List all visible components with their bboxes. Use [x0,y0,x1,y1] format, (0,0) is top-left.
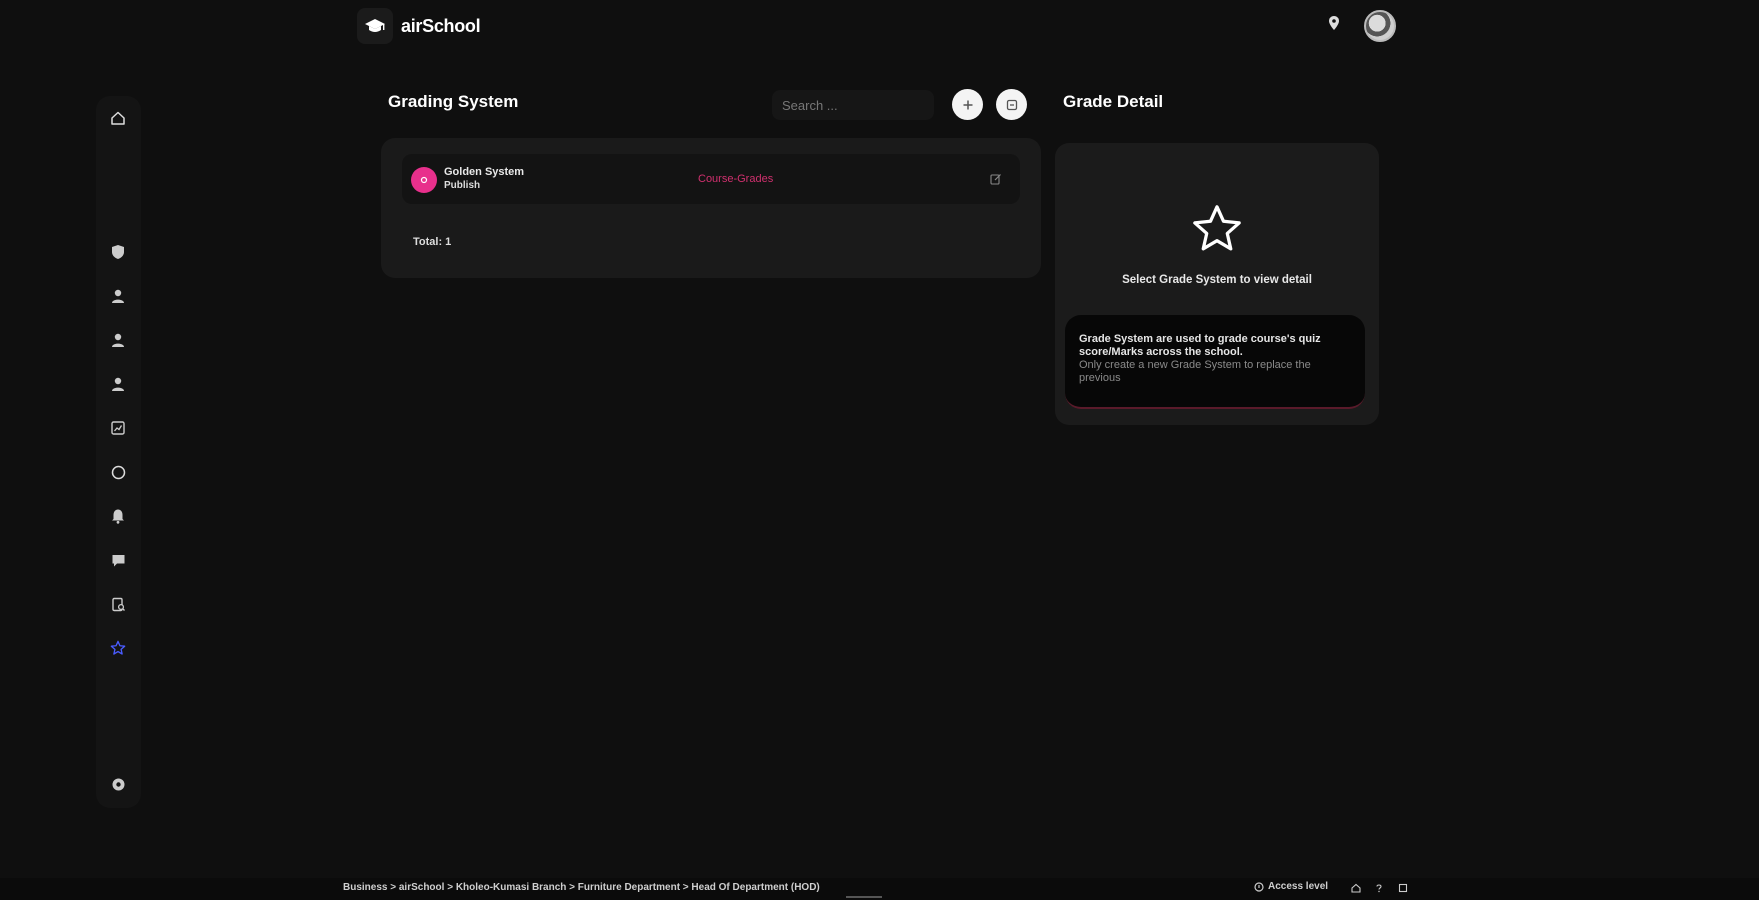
status-bar: Business > airSchool > Kholeo-Kumasi Bra… [0,878,1759,900]
info-sub-text: Only create a new Grade System to replac… [1079,359,1311,384]
graduation-cap-icon [357,8,393,44]
export-button[interactable] [996,89,1027,120]
chart-icon[interactable] [108,418,128,438]
chat-icon[interactable] [108,550,128,570]
empty-state-message: Select Grade System to view detail [1122,274,1312,286]
export-icon [1006,99,1017,110]
location-pin-icon[interactable] [1326,14,1342,32]
bell-icon[interactable] [108,506,128,526]
info-main-text: Grade System are used to grade course's … [1079,333,1321,358]
access-level-label: Access level [1268,881,1329,892]
breadcrumb: Business > airSchool > Kholeo-Kumasi Bra… [343,882,820,893]
item-name: Golden System [444,166,525,178]
item-tag: Course-Grades [698,173,774,185]
info-box: Grade System are used to grade course's … [1065,315,1365,409]
shield-icon[interactable] [108,242,128,262]
user-icon[interactable] [108,330,128,350]
detail-title: Grade Detail [1063,92,1164,111]
fullscreen-icon[interactable] [1397,882,1409,894]
access-icon [1254,881,1264,892]
brand-logo[interactable]: airSchool [357,8,481,44]
page-title: Grading System [388,92,519,111]
home-icon[interactable] [1350,882,1362,894]
user-icon[interactable] [108,286,128,306]
user-icon[interactable] [108,374,128,394]
grading-system-list: Golden System Publish Course-Grades Tota… [381,138,1041,278]
access-level[interactable]: Access level [1254,881,1328,892]
list-item[interactable]: Golden System Publish Course-Grades [402,154,1020,204]
settings-icon[interactable] [108,774,128,794]
grade-detail-panel: Select Grade System to view detail Grade… [1055,143,1379,425]
user-avatar[interactable] [1364,10,1396,42]
edit-icon[interactable] [988,171,1004,187]
home-icon[interactable] [108,108,128,128]
brand-name: airSchool [401,15,481,36]
help-icon[interactable] [1373,882,1385,894]
item-status: Publish [444,180,481,191]
star-icon [1193,205,1241,251]
search-input[interactable] [772,90,934,120]
document-search-icon[interactable] [108,594,128,614]
add-button[interactable] [952,89,983,120]
star-icon[interactable] [108,638,128,658]
divider [846,896,882,898]
clock-icon[interactable] [108,462,128,482]
grade-system-icon [411,167,437,193]
sidebar [96,96,141,808]
plus-icon [963,100,972,109]
total-count: Total: 1 [413,236,452,248]
